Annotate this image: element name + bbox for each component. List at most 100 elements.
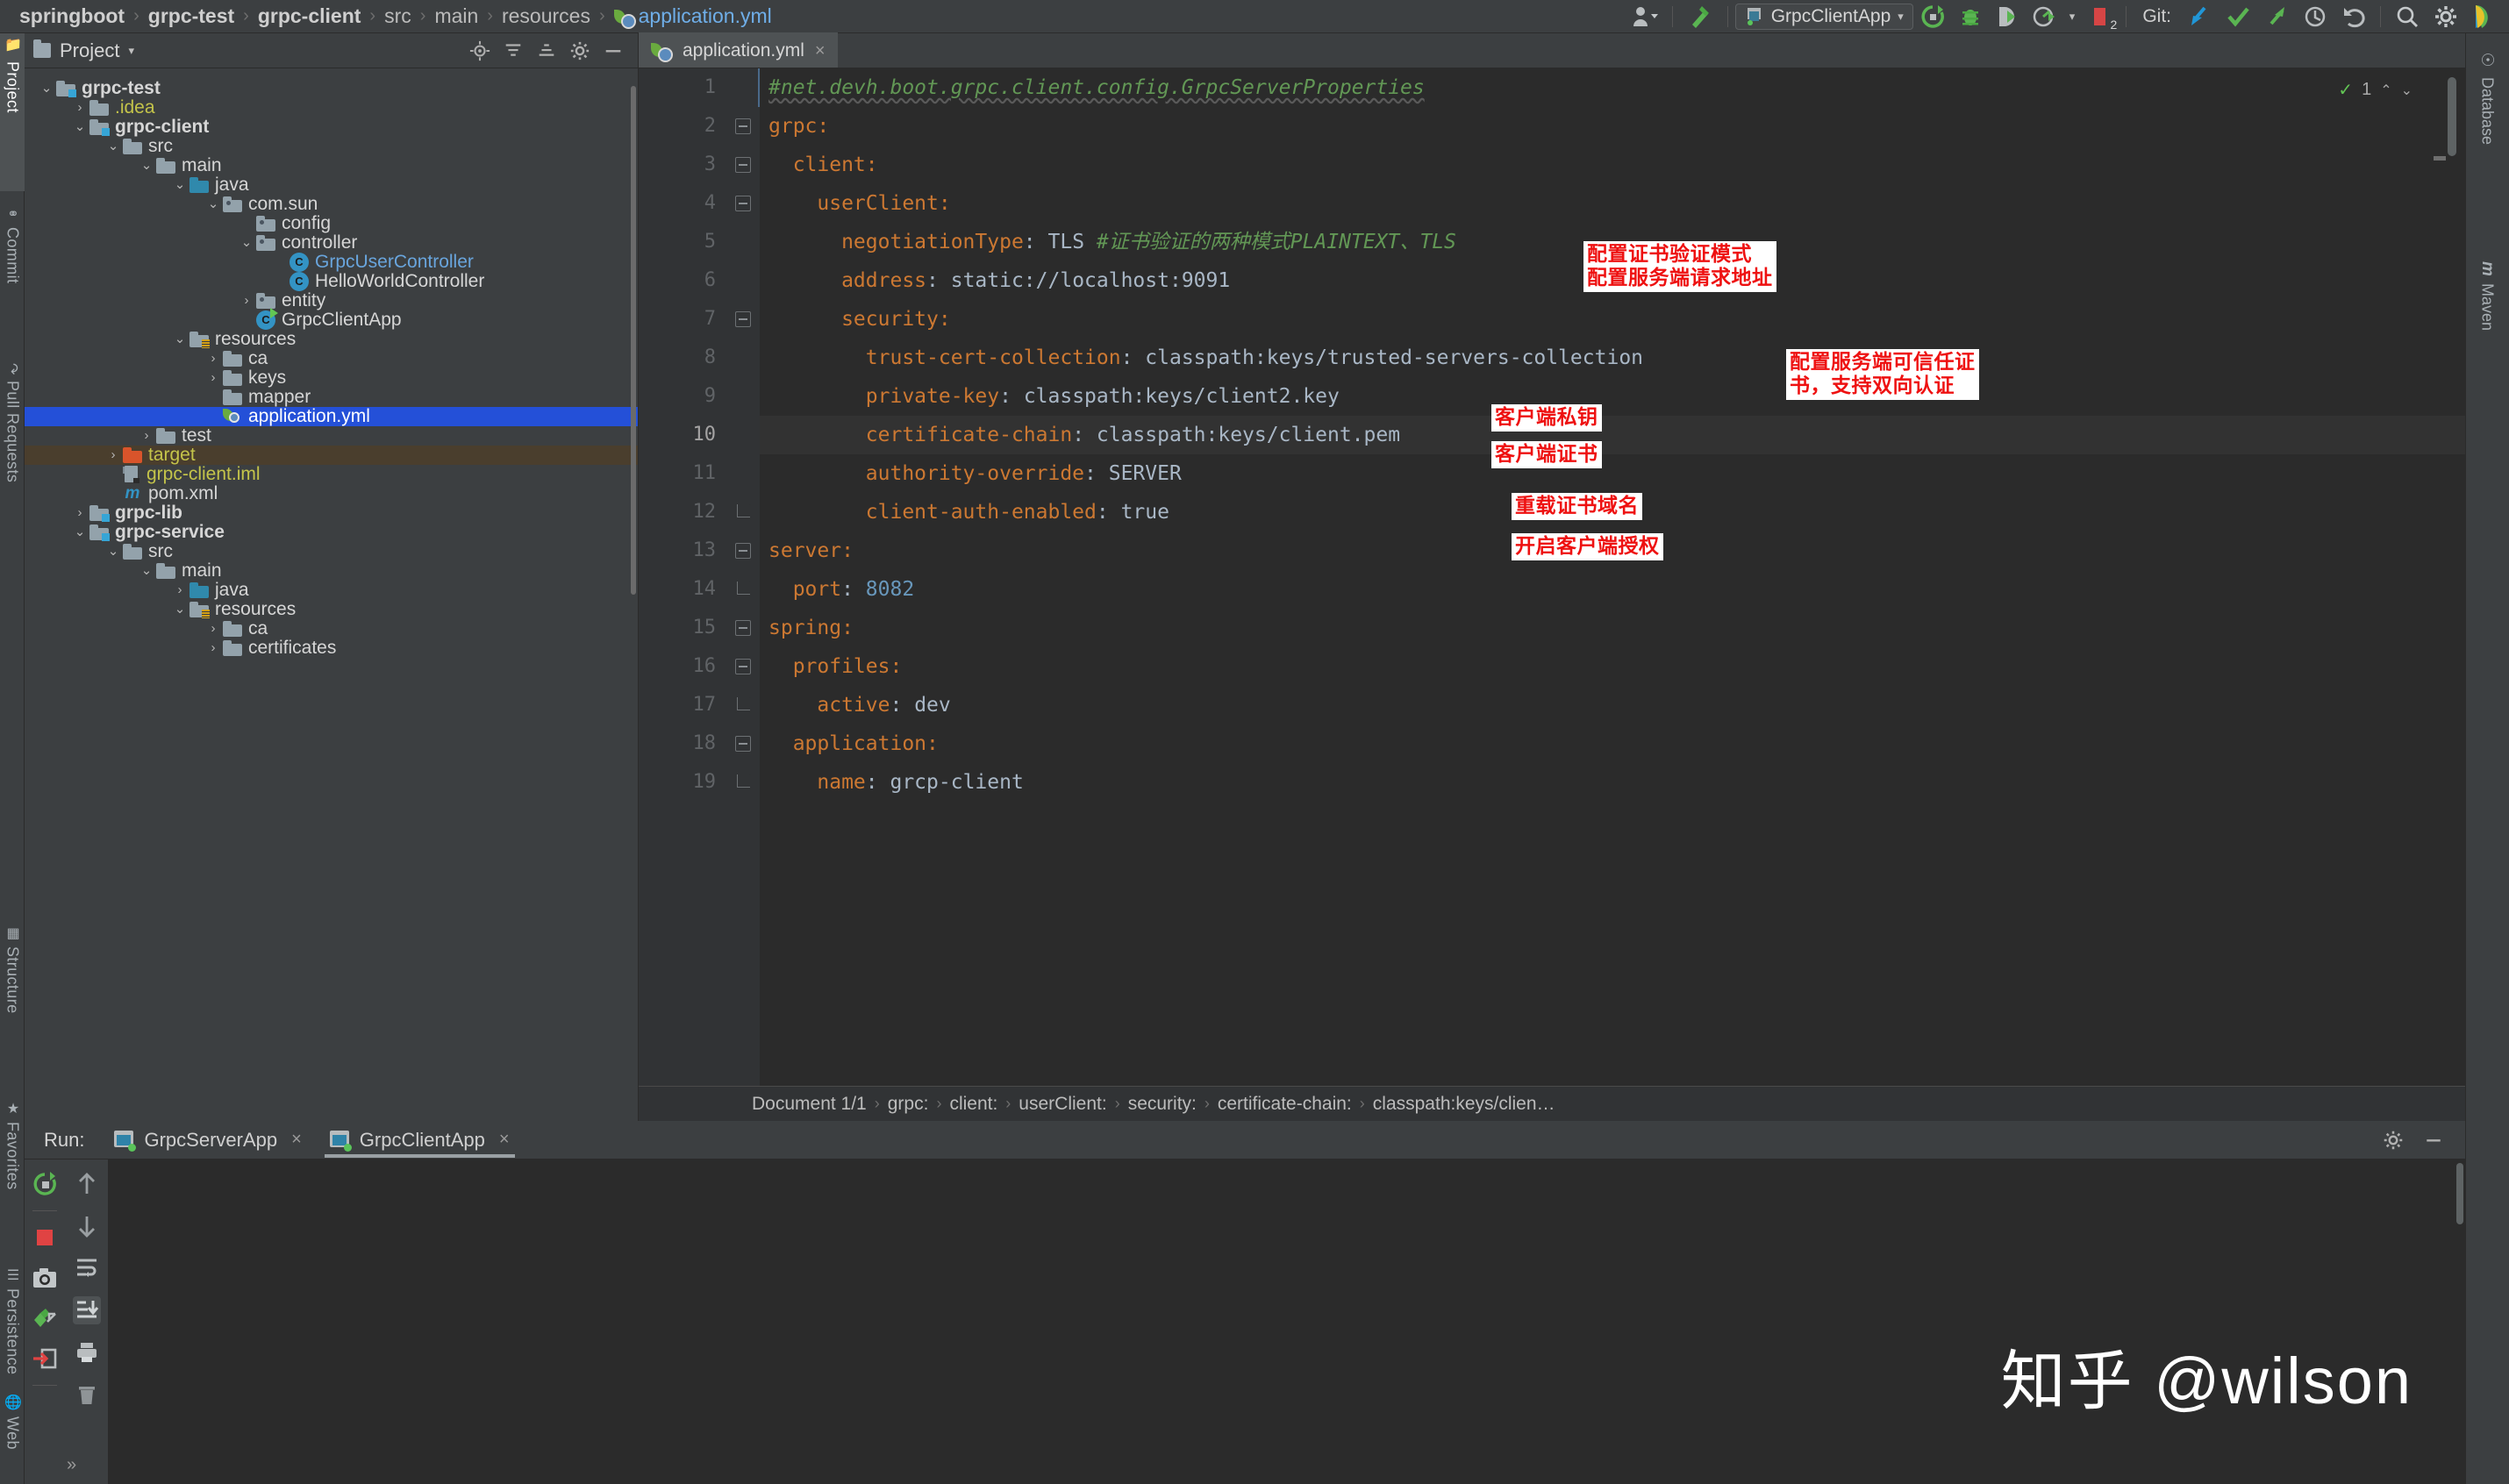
tree-item[interactable]: m pom.xml — [25, 484, 638, 503]
sidebar-item-maven[interactable]: m Maven — [2465, 253, 2509, 410]
chevron-right-icon[interactable]: › — [204, 619, 223, 639]
rerun-button[interactable] — [31, 1170, 59, 1198]
fold-collapse-icon[interactable] — [735, 118, 751, 134]
chevron-down-icon[interactable]: ⌄ — [137, 561, 156, 581]
profiler-icon[interactable] — [2026, 0, 2062, 33]
close-icon[interactable]: × — [499, 1130, 510, 1150]
fold-end-icon[interactable] — [735, 774, 751, 790]
fold-collapse-icon[interactable] — [735, 543, 751, 559]
rollback-icon[interactable] — [2334, 0, 2373, 33]
code-line[interactable]: name: grcp-client — [760, 763, 2465, 802]
chevron-down-icon[interactable]: ⌄ — [37, 79, 56, 98]
build-hammer-icon[interactable] — [1680, 0, 1720, 33]
camera-icon[interactable] — [31, 1264, 59, 1292]
run-tab-grpc-server-app[interactable]: GrpcServerApp × — [100, 1121, 315, 1159]
tree-item[interactable]: › grpc-lib — [25, 503, 638, 523]
chevron-down-icon[interactable]: ▾ — [1898, 10, 1904, 24]
editor-breadcrumb-item[interactable]: classpath:keys/clien… — [1365, 1094, 1563, 1115]
gear-icon[interactable] — [2383, 1130, 2404, 1151]
close-icon[interactable]: × — [291, 1130, 302, 1150]
editor-scrollbar[interactable] — [2448, 77, 2456, 156]
tree-item[interactable]: ⌄ main — [25, 156, 638, 175]
editor-breadcrumb-item[interactable]: client: — [941, 1094, 1005, 1115]
chevron-down-icon[interactable]: ⌄ — [170, 175, 189, 195]
code-line[interactable]: certificate-chain: classpath:keys/client… — [760, 416, 2465, 454]
code-line[interactable]: application: — [760, 724, 2465, 763]
run-tab-grpc-client-app[interactable]: GrpcClientApp × — [316, 1121, 524, 1159]
console-scrollbar[interactable] — [2456, 1163, 2463, 1224]
fold-collapse-icon[interactable] — [735, 196, 751, 211]
chevron-right-icon[interactable]: › — [70, 503, 89, 523]
tree-item[interactable]: ⌄ java — [25, 175, 638, 195]
tree-item[interactable]: › .idea — [25, 98, 638, 118]
tree-item[interactable]: C GrpcUserController — [25, 253, 638, 272]
fold-collapse-icon[interactable] — [735, 736, 751, 752]
tree-item[interactable]: ⌄ com.sun — [25, 195, 638, 214]
code-line[interactable]: grpc: — [760, 107, 2465, 146]
expand-all-icon[interactable] — [536, 40, 557, 61]
code-content[interactable]: #net.devh.boot.grpc.client.config.GrpcSe… — [760, 68, 2465, 1086]
editor-breadcrumb-item[interactable]: certificate-chain: — [1210, 1094, 1360, 1115]
run-icon[interactable] — [1913, 0, 1952, 33]
tree-item[interactable]: › test — [25, 426, 638, 446]
chevron-down-icon[interactable]: ⌄ — [204, 195, 223, 214]
breadcrumb-item[interactable]: src — [379, 4, 417, 28]
chevron-right-icon[interactable]: › — [104, 446, 123, 465]
sidebar-item-project[interactable]: 📁 Project — [0, 33, 25, 191]
scroll-to-end-button[interactable] — [72, 1296, 101, 1324]
tree-item[interactable]: C GrpcClientApp — [25, 308, 638, 330]
code-line[interactable]: client: — [760, 146, 2465, 184]
breadcrumb-item[interactable]: application.yml — [609, 4, 777, 29]
code-line[interactable]: private-key: classpath:keys/client2.key — [760, 377, 2465, 416]
fold-collapse-icon[interactable] — [735, 157, 751, 173]
chevron-right-icon[interactable]: › — [204, 368, 223, 388]
chevron-up-icon[interactable]: ⌃ — [2380, 82, 2391, 99]
breadcrumb-item[interactable]: main — [429, 4, 483, 28]
tree-item[interactable]: › keys — [25, 368, 638, 388]
chevron-down-icon[interactable]: ⌄ — [70, 118, 89, 137]
clear-all-button[interactable] — [73, 1381, 101, 1409]
code-line[interactable]: spring: — [760, 609, 2465, 647]
tree-item[interactable]: ⌄ resources — [25, 330, 638, 349]
chevron-right-icon[interactable]: › — [137, 426, 156, 446]
chevron-right-icon[interactable]: › — [70, 98, 89, 118]
stop-icon[interactable]: 2 — [2082, 0, 2119, 33]
tree-item[interactable]: ⌄ controller — [25, 233, 638, 253]
push-icon[interactable] — [2257, 0, 2296, 33]
locate-icon[interactable] — [469, 40, 490, 61]
code-line[interactable]: profiles: — [760, 647, 2465, 686]
editor-breadcrumb-item[interactable]: userClient: — [1011, 1094, 1114, 1115]
debug-icon[interactable] — [1952, 0, 1989, 33]
tree-item[interactable]: › certificates — [25, 639, 638, 658]
minimize-icon[interactable] — [2423, 1130, 2444, 1151]
breadcrumb-item[interactable]: grpc-test — [143, 4, 239, 28]
fold-collapse-icon[interactable] — [735, 311, 751, 327]
code-line[interactable]: active: dev — [760, 686, 2465, 724]
tree-item[interactable]: ⌄ src — [25, 542, 638, 561]
tree-item[interactable]: grpc-client.iml — [25, 465, 638, 484]
project-scrollbar[interactable] — [631, 86, 636, 595]
tree-item[interactable]: › java — [25, 581, 638, 600]
sidebar-item-web[interactable]: 🌐 Web — [0, 1388, 25, 1484]
chevron-down-icon[interactable]: ▾ — [2062, 0, 2083, 33]
chevron-right-icon[interactable]: › — [204, 349, 223, 368]
editor-breadcrumb-item[interactable]: grpc: — [880, 1094, 937, 1115]
tree-item[interactable]: ⌄ grpc-client — [25, 118, 638, 137]
close-icon[interactable]: × — [815, 41, 826, 61]
sidebar-item-database[interactable]: ☉ Database — [2465, 42, 2509, 244]
editor-breadcrumb-item[interactable]: Document 1/1 — [744, 1094, 875, 1115]
sidebar-item-favorites[interactable]: ★ Favorites — [0, 1095, 25, 1252]
soft-wrap-button[interactable] — [73, 1254, 101, 1282]
breadcrumb-item[interactable]: springboot — [14, 4, 130, 28]
tree-item[interactable]: › ca — [25, 349, 638, 368]
code-line[interactable]: authority-override: SERVER — [760, 454, 2465, 493]
chevron-down-icon[interactable]: ⌄ — [2401, 82, 2412, 99]
history-icon[interactable] — [2296, 0, 2334, 33]
editor-breadcrumb-item[interactable]: security: — [1120, 1094, 1204, 1115]
code-line[interactable]: port: 8082 — [760, 570, 2465, 609]
tree-item[interactable]: › entity — [25, 291, 638, 310]
tree-item[interactable]: mapper — [25, 388, 638, 407]
run-configuration-selector[interactable]: GrpcClientApp ▾ — [1734, 4, 1913, 30]
tree-item[interactable]: › target — [25, 446, 638, 465]
sidebar-item-commit[interactable]: ⚭ Commit — [0, 200, 25, 349]
